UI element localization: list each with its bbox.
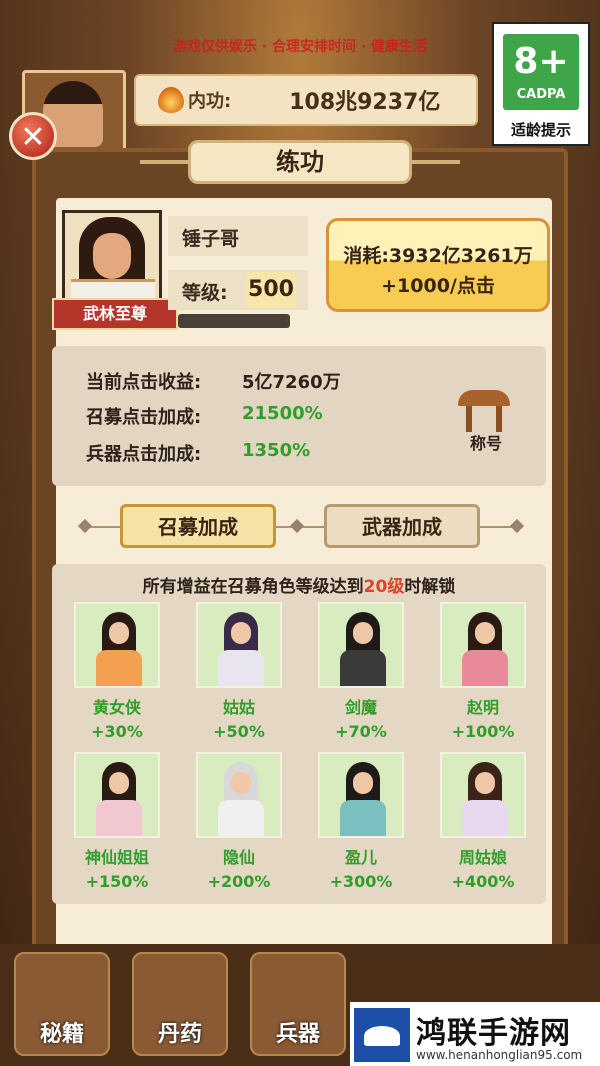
stat-value: 21500% (242, 403, 323, 424)
rating-tip: 适龄提示 (510, 121, 571, 139)
level-label: 等级: (182, 282, 228, 304)
site-watermark: 鸿联手游网 www.henanhonglian95.com (350, 1002, 600, 1066)
character-name: 姑姑 (222, 698, 255, 717)
stat-label: 召募点击加成: (86, 407, 202, 428)
character-portrait (440, 602, 526, 688)
exp-bar (178, 314, 290, 328)
stat-value: 5亿7260万 (242, 372, 341, 393)
character-name: 盈儿 (344, 848, 377, 867)
unlock-level: 20级 (363, 577, 405, 597)
character-card[interactable]: 剑魔 +70% (318, 602, 404, 741)
stat-label: 兵器点击加成: (86, 444, 202, 465)
character-bonus: +50% (213, 722, 265, 741)
character-portrait (440, 752, 526, 838)
character-name: 黄女侠 (92, 698, 141, 717)
character-name: 神仙姐姐 (84, 848, 149, 867)
character-bonus: +150% (85, 872, 149, 891)
character-portrait (74, 602, 160, 688)
character-name: 隐仙 (222, 848, 255, 867)
character-bonus: +300% (329, 872, 393, 891)
stat-row: 兵器点击加成: 1350% (86, 440, 310, 466)
nav-pills[interactable]: 丹药 (132, 952, 228, 1056)
title-decoration-right (412, 160, 460, 164)
hero-level-box: 等级: 500 (168, 270, 308, 310)
level-value: 500 (246, 272, 296, 308)
nav-label: 丹药 (157, 1022, 202, 1047)
stat-label: 当前点击收益: (86, 372, 202, 393)
character-portrait (74, 752, 160, 838)
unlock-note: 所有增益在召募角色等级达到20级时解锁 (52, 572, 546, 597)
train-cost-button[interactable]: 消耗:3932亿3261万 +1000/点击 (326, 218, 550, 312)
stat-value: 1350% (242, 440, 311, 461)
stat-row: 当前点击收益: 5亿7260万 (86, 368, 341, 394)
title-button-label: 称号 (469, 434, 502, 453)
character-card[interactable]: 黄女侠 +30% (74, 602, 160, 741)
watermark-brand: 鸿联手游网 (416, 1016, 571, 1051)
character-card[interactable]: 隐仙 +200% (196, 752, 282, 891)
character-bonus: +70% (335, 722, 387, 741)
tab-recruit-bonus[interactable]: 召募加成 (120, 504, 276, 548)
neigong-label: 内功: (188, 91, 232, 112)
title-pavilion-button[interactable]: 称号 (456, 388, 512, 453)
neigong-value: 108兆9237亿 (289, 90, 441, 115)
hero-name: 锤子哥 (182, 228, 240, 250)
stat-row: 召募点击加成: 21500% (86, 403, 323, 429)
character-name: 周姑娘 (458, 848, 507, 867)
nav-weapons[interactable]: 兵器 (250, 952, 346, 1056)
neigong-display: 内功: 108兆9237亿 (134, 74, 478, 126)
age-rating-badge: 8+ CADPA 适龄提示 (492, 22, 590, 146)
tab-weapon-bonus[interactable]: 武器加成 (324, 504, 480, 548)
character-portrait (318, 752, 404, 838)
rating-org: CADPA (516, 87, 566, 102)
nav-label: 秘籍 (39, 1022, 84, 1047)
health-notice: 游戏仅供娱乐 · 合理安排时间 · 健康生活 (172, 39, 428, 55)
character-portrait (318, 602, 404, 688)
character-card[interactable]: 周姑娘 +400% (440, 752, 526, 891)
cost-text: 消耗:3932亿3261万 (343, 245, 533, 267)
character-bonus: +200% (207, 872, 271, 891)
title-decoration-left (140, 160, 188, 164)
pavilion-icon (458, 390, 510, 406)
character-card[interactable]: 赵明 +100% (440, 602, 526, 741)
character-bonus: +400% (451, 872, 515, 891)
hero-portrait[interactable] (62, 210, 162, 310)
horse-logo-icon (354, 1008, 410, 1062)
character-bonus: +30% (91, 722, 143, 741)
hero-name-box: 锤子哥 (168, 216, 308, 256)
character-card[interactable]: 神仙姐姐 +150% (74, 752, 160, 891)
nav-secret-books[interactable]: 秘籍 (14, 952, 110, 1056)
nav-label: 兵器 (275, 1022, 320, 1047)
close-button[interactable]: ✕ (9, 112, 57, 160)
watermark-url: www.henanhonglian95.com (416, 1048, 583, 1062)
character-bonus: +100% (451, 722, 515, 741)
unlock-suffix: 时解锁 (404, 577, 456, 597)
character-portrait (196, 602, 282, 688)
flame-icon (158, 87, 184, 113)
character-card[interactable]: 姑姑 +50% (196, 602, 282, 741)
gain-text: +1000/点击 (381, 275, 495, 297)
character-name: 赵明 (466, 698, 499, 717)
rank-title-badge: 武林至尊 (52, 298, 178, 330)
character-portrait (196, 752, 282, 838)
character-name: 剑魔 (344, 698, 377, 717)
character-card[interactable]: 盈儿 +300% (318, 752, 404, 891)
panel-title: 练功 (188, 140, 412, 184)
unlock-prefix: 所有增益在召募角色等级达到 (142, 577, 364, 597)
